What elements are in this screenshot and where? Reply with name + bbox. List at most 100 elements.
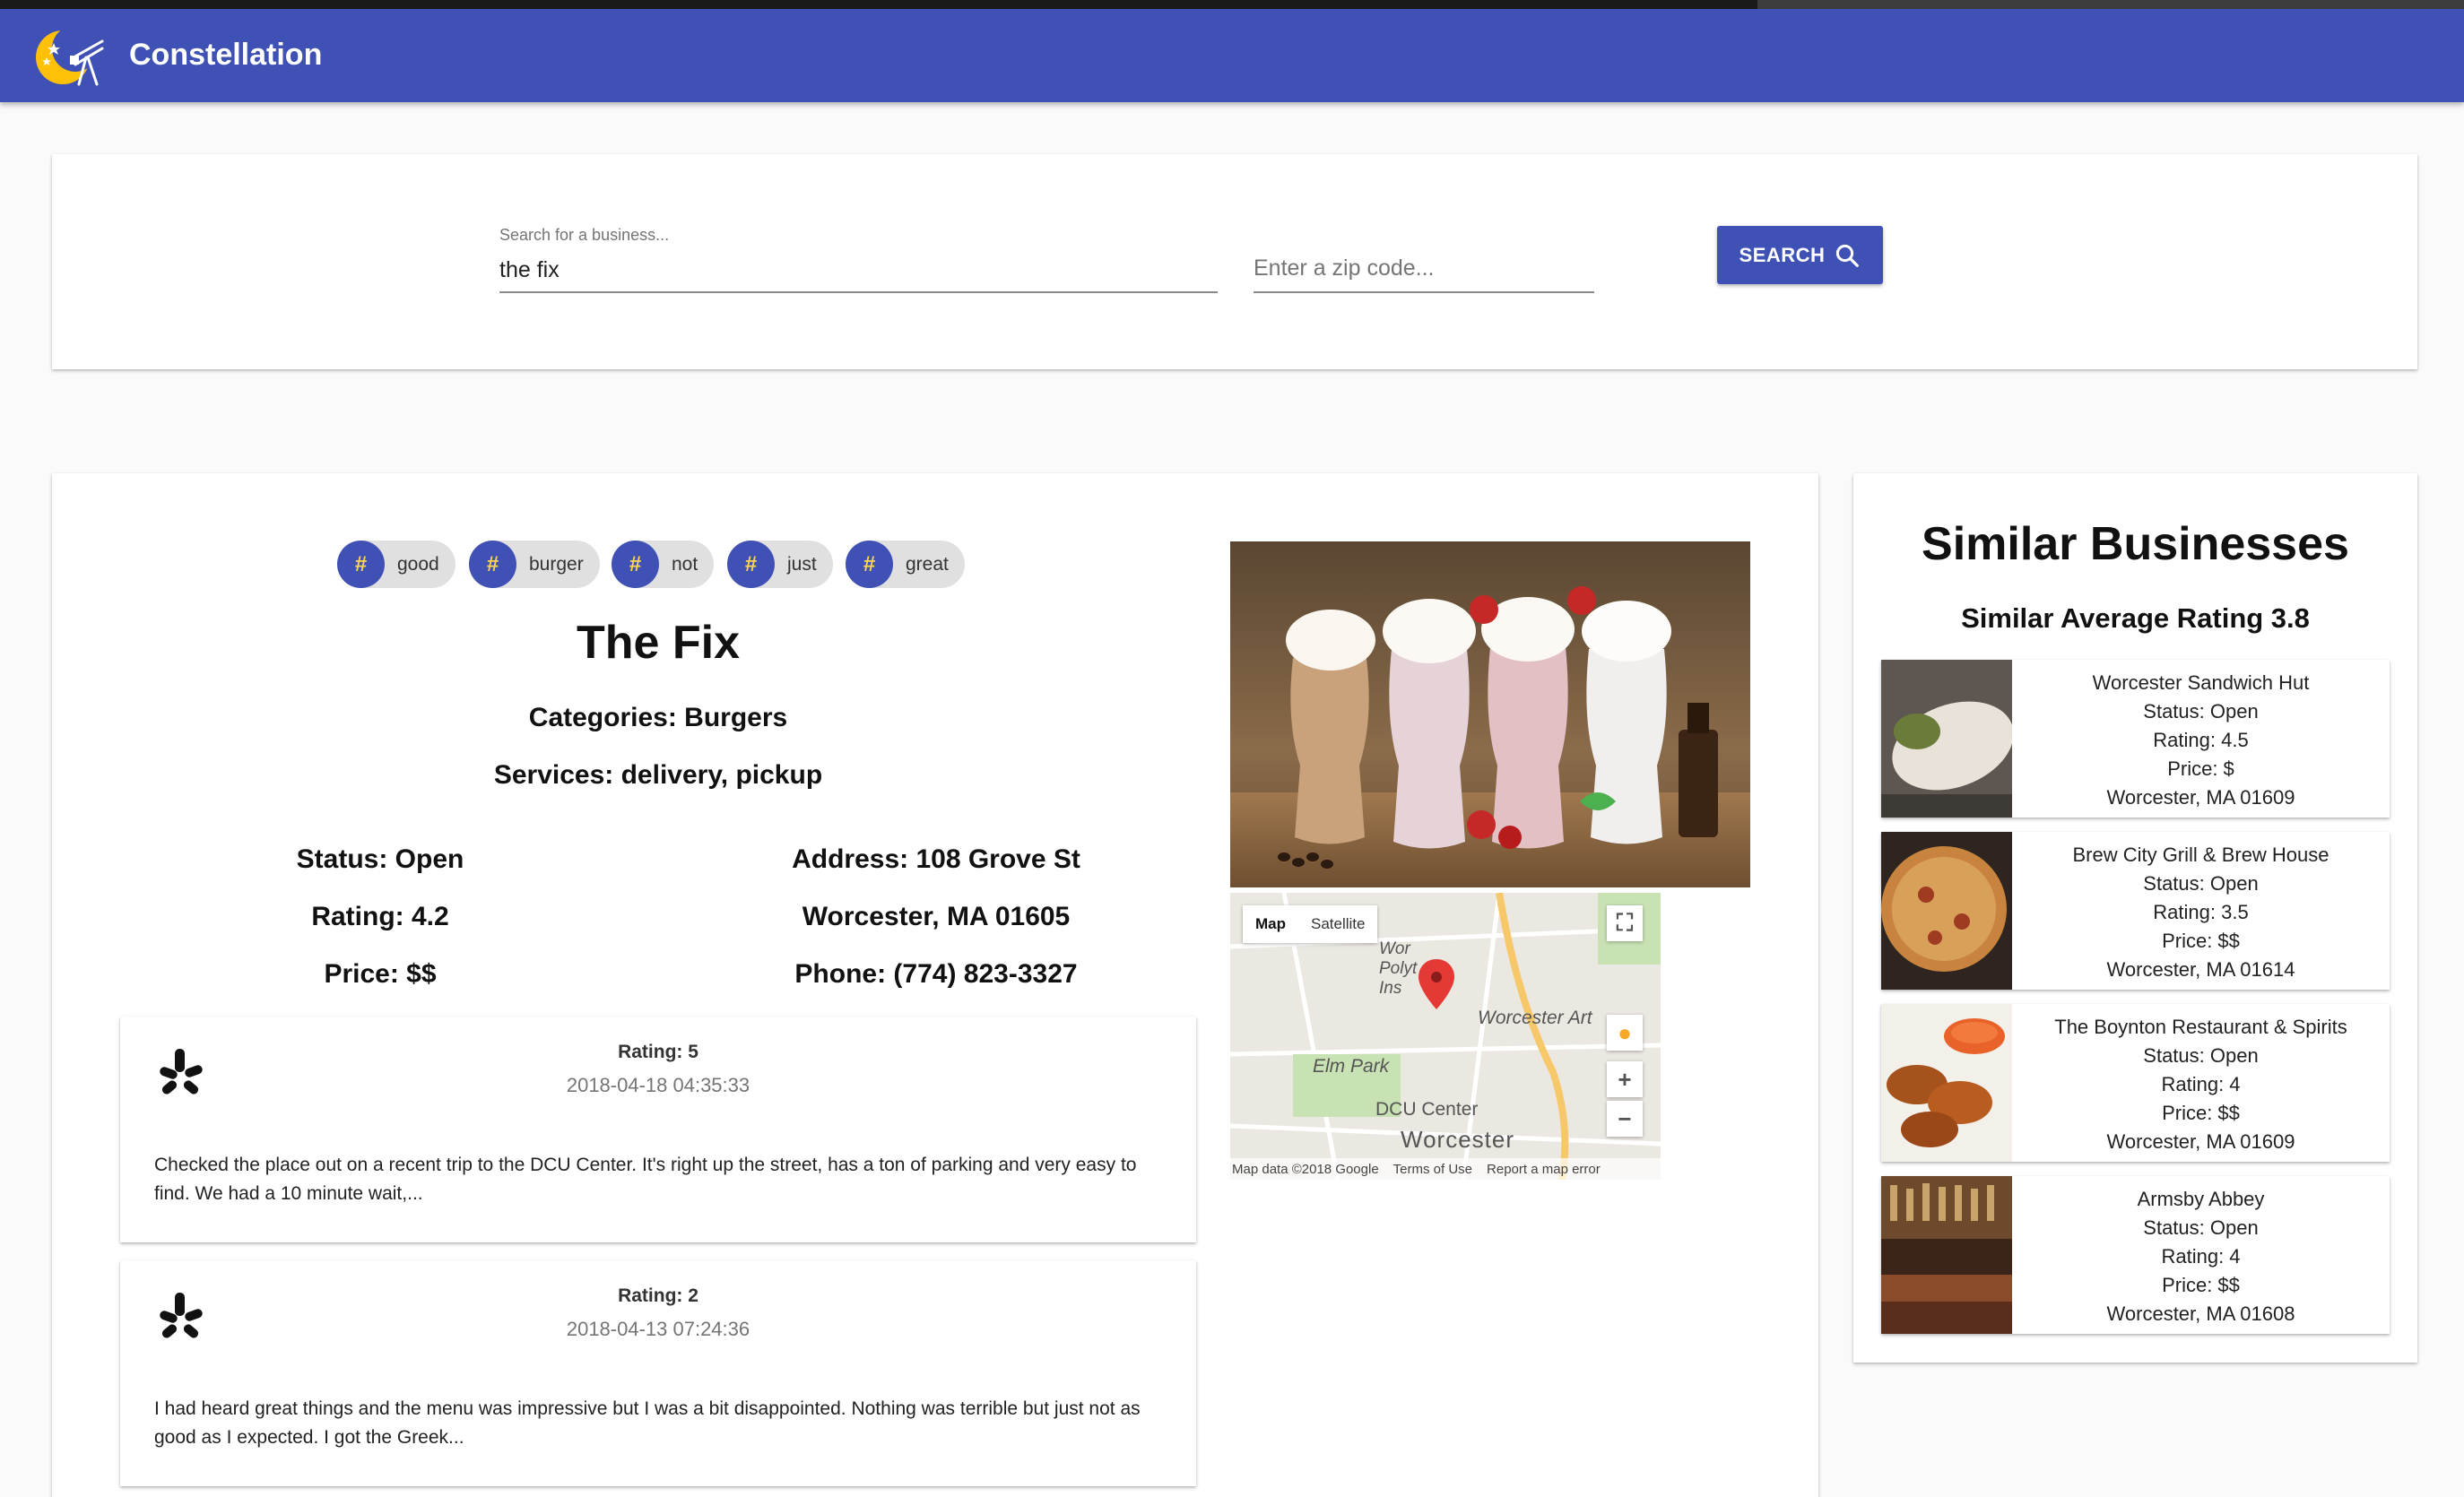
map-report-link[interactable]: Report a map error — [1487, 1162, 1601, 1177]
review-text: Checked the place out on a recent trip t… — [154, 1155, 1137, 1204]
similar-business-status: Status: Open — [2143, 872, 2259, 895]
similar-business-status: Status: Open — [2143, 700, 2259, 723]
zip-code-input[interactable]: Enter a zip code... — [1254, 255, 1435, 281]
similar-business-name[interactable]: The Boynton Restaurant & Spirits — [2012, 1013, 2390, 1042]
review-rating: Rating: 2 — [618, 1285, 698, 1306]
similar-business-item[interactable]: The Boynton Restaurant & Spirits Status:… — [1881, 1004, 2390, 1162]
similar-business-thumbnail — [1881, 660, 2012, 818]
similar-business-rating: Rating: 4 — [2161, 1073, 2241, 1095]
fullscreen-icon[interactable]: ⛶ — [1607, 905, 1643, 941]
similar-business-thumbnail — [1881, 1004, 2012, 1162]
similar-business-info: Armsby Abbey Status: Open Rating: 4 Pric… — [2012, 1185, 2390, 1328]
map-type-tabs: Map Satellite — [1243, 905, 1378, 943]
tag-chip[interactable]: # just — [727, 541, 833, 588]
business-phone: Phone: (774) 823-3327 — [794, 959, 1078, 989]
similar-business-info: Worcester Sandwich Hut Status: Open Rati… — [2012, 669, 2390, 812]
bar-interior-image — [1881, 1176, 2012, 1334]
map-label-dcu-center: DCU Center — [1375, 1099, 1479, 1120]
similar-business-thumbnail — [1881, 1176, 2012, 1334]
app-title[interactable]: Constellation — [129, 38, 322, 73]
similar-business-location: Worcester, MA 01609 — [2106, 1130, 2295, 1153]
search-icon — [1836, 244, 1860, 267]
pizza-image — [1881, 832, 2012, 990]
zoom-in-button[interactable]: + — [1607, 1061, 1643, 1097]
business-map[interactable]: Map Satellite ⛶ ● + − Worcester Art Elm … — [1230, 893, 1661, 1180]
similar-business-name[interactable]: Armsby Abbey — [2012, 1185, 2390, 1214]
similar-business-rating: Rating: 3.5 — [2153, 901, 2249, 923]
search-panel — [52, 154, 2417, 369]
chicken-wings-image — [1881, 1004, 2012, 1162]
business-search-label: Search for a business... — [499, 226, 670, 244]
similar-business-price: Price: $$ — [2162, 1102, 2240, 1124]
hashtag-icon: # — [337, 541, 385, 588]
business-services: Services: delivery, pickup — [493, 760, 823, 790]
business-address: Address: 108 Grove St — [792, 844, 1080, 874]
search-button-label: SEARCH — [1739, 243, 1826, 266]
similar-business-status: Status: Open — [2143, 1044, 2259, 1067]
map-tab-satellite[interactable]: Satellite — [1298, 905, 1377, 943]
business-categories: Categories: Burgers — [528, 703, 788, 732]
business-name: The Fix — [576, 617, 741, 669]
similar-business-item[interactable]: Brew City Grill & Brew House Status: Ope… — [1881, 832, 2390, 990]
business-city: Worcester, MA 01605 — [802, 902, 1071, 931]
review-date: 2018-04-18 04:35:33 — [566, 1074, 750, 1096]
similar-business-info: The Boynton Restaurant & Spirits Status:… — [2012, 1013, 2390, 1156]
zip-code-underline — [1254, 291, 1594, 293]
map-terms-link[interactable]: Terms of Use — [1393, 1162, 1472, 1177]
similar-business-price: Price: $$ — [2162, 930, 2240, 952]
review-rating: Rating: 5 — [618, 1042, 698, 1062]
similar-business-price: Price: $ — [2167, 757, 2234, 780]
similar-business-status: Status: Open — [2143, 1216, 2259, 1239]
similar-business-price: Price: $$ — [2162, 1274, 2240, 1296]
similar-business-name[interactable]: Brew City Grill & Brew House — [2012, 841, 2390, 870]
similar-business-rating: Rating: 4.5 — [2153, 729, 2249, 751]
similar-business-item[interactable]: Armsby Abbey Status: Open Rating: 4 Pric… — [1881, 1176, 2390, 1334]
review-card[interactable]: Rating: 5 2018-04-18 04:35:33 Checked th… — [120, 1017, 1196, 1242]
similar-business-item[interactable]: Worcester Sandwich Hut Status: Open Rati… — [1881, 660, 2390, 818]
zoom-out-button[interactable]: − — [1607, 1101, 1643, 1137]
map-label-worcester-art: Worcester Art — [1478, 1008, 1592, 1028]
tag-label: good — [397, 553, 439, 575]
tag-label: not — [672, 553, 698, 575]
hashtag-icon: # — [846, 541, 893, 588]
map-label-elm-park: Elm Park — [1313, 1056, 1390, 1077]
review-text: I had heard great things and the menu wa… — [154, 1398, 1141, 1448]
similar-business-location: Worcester, MA 01609 — [2106, 786, 2295, 809]
tag-chip[interactable]: # not — [612, 541, 715, 588]
tag-chip[interactable]: # good — [337, 541, 455, 588]
moon-telescope-logo-icon[interactable] — [34, 22, 109, 91]
hashtag-icon: # — [469, 541, 516, 588]
map-pin-icon[interactable] — [1419, 959, 1454, 1009]
business-price: Price: $$ — [324, 959, 437, 989]
tag-chip[interactable]: # burger — [469, 541, 600, 588]
similar-business-info: Brew City Grill & Brew House Status: Ope… — [2012, 841, 2390, 984]
hashtag-icon: # — [612, 541, 659, 588]
browser-top-edge — [0, 0, 2464, 9]
review-date: 2018-04-13 07:24:36 — [566, 1318, 750, 1340]
similar-average-rating: Similar Average Rating 3.8 — [1961, 602, 2310, 634]
business-rating: Rating: 4.2 — [311, 902, 449, 931]
business-search-underline — [499, 291, 1218, 293]
map-tab-map[interactable]: Map — [1243, 905, 1298, 943]
map-label-worcester: Worcester — [1401, 1126, 1514, 1153]
tag-label: burger — [529, 553, 584, 575]
app-bar: Constellation — [0, 9, 2464, 102]
tag-label: just — [787, 553, 817, 575]
milkshakes-photo-image — [1230, 541, 1750, 887]
search-button[interactable]: SEARCH — [1717, 226, 1883, 284]
map-footer: Map data ©2018 Google Terms of Use Repor… — [1230, 1158, 1661, 1180]
tag-label: great — [906, 553, 949, 575]
street-view-pegman-icon[interactable]: ● — [1607, 1015, 1643, 1051]
business-photo — [1230, 541, 1750, 887]
similar-business-thumbnail — [1881, 832, 2012, 990]
similar-business-rating: Rating: 4 — [2161, 1245, 2241, 1268]
map-data-attribution: Map data ©2018 Google — [1232, 1161, 1379, 1177]
similar-business-location: Worcester, MA 01608 — [2106, 1302, 2295, 1325]
similar-business-name[interactable]: Worcester Sandwich Hut — [2012, 669, 2390, 697]
tag-chip[interactable]: # great — [846, 541, 965, 588]
hashtag-icon: # — [727, 541, 775, 588]
business-search-input[interactable]: the fix — [499, 257, 560, 283]
browser-top-edge-segment — [1757, 0, 2464, 9]
review-card[interactable]: Rating: 2 2018-04-13 07:24:36 I had hear… — [120, 1260, 1196, 1486]
similar-business-location: Worcester, MA 01614 — [2106, 958, 2295, 981]
